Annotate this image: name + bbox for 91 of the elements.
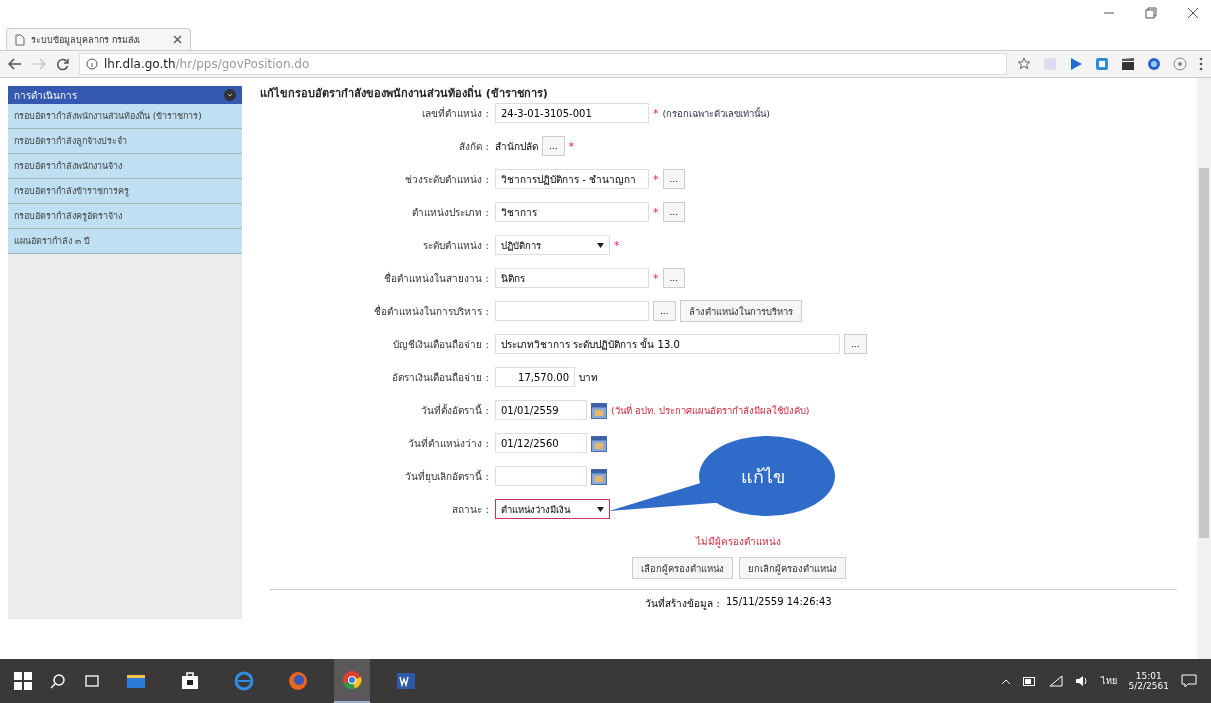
required-mark: * [614, 238, 620, 252]
browse-button[interactable]: ... [653, 301, 676, 321]
field-note: (วันที่ อปท. ประกาศแผนอัตรากำลังมีผลใช้บังคับ) [611, 403, 810, 418]
input-field[interactable]: 24-3-01-3105-001 [495, 103, 649, 123]
address-bar[interactable]: lhr.dla.go.th/hr/pps/govPosition.do [79, 53, 1007, 75]
back-icon[interactable] [8, 58, 22, 70]
created-value: 15/11/2559 14:26:43 [725, 596, 832, 609]
sidebar-item[interactable]: กรอบอัตรากำลังข้าราชการครู [8, 179, 242, 204]
input-field[interactable]: 17,570.00 [495, 367, 575, 387]
browse-button[interactable]: ... [662, 202, 686, 222]
url-text: lhr.dla.go.th/hr/pps/govPosition.do [104, 57, 310, 71]
battery-icon[interactable] [1022, 676, 1037, 686]
input-field[interactable] [495, 301, 649, 321]
clapperboard-icon[interactable] [1121, 57, 1135, 71]
play-icon[interactable] [1069, 57, 1083, 71]
speaker-icon[interactable] [1074, 675, 1089, 687]
reload-icon[interactable] [56, 57, 69, 71]
scrollbar[interactable] [1197, 78, 1211, 659]
clear-button[interactable]: ล้างตำแหน่งในการบริหาร [679, 300, 802, 322]
search-icon[interactable] [50, 673, 66, 689]
calendar-icon[interactable] [591, 467, 607, 485]
field-label: ชื่อตำแหน่งในสายงาน : [383, 270, 490, 286]
field-note: (กรอกเฉพาะตัวเลขเท่านั้น) [662, 106, 770, 121]
field-label: ระดับตำแหน่ง : [422, 238, 490, 253]
chrome-icon[interactable] [334, 659, 370, 703]
field-label: วันที่ยุบเลิกอัตรานี้ : [404, 468, 490, 484]
sidebar-item[interactable]: กรอบอัตรากำลังพนักงานส่วนท้องถิ่น (ข้าราชการ) [8, 104, 242, 129]
input-field[interactable]: นิติกร [495, 268, 649, 288]
input-field[interactable]: 01/12/2560 [495, 433, 587, 453]
calendar-icon[interactable] [591, 434, 607, 452]
required-mark: * [653, 205, 659, 219]
callout-text: แก้ไข [741, 465, 785, 489]
field-label: อัตราเงินเดือนถือจ่าย : [391, 370, 490, 385]
field-label: สถานะ : [451, 502, 490, 517]
sidebar-item[interactable]: กรอบอัตรากำลังลูกจ้างประจำ [8, 129, 242, 154]
field-label: เลขที่ตำแหน่ง : [421, 105, 490, 121]
status-message: ไม่มีผู้ครองตำแหน่ง [694, 535, 782, 549]
clock[interactable]: 15:01 5/2/2561 [1128, 671, 1169, 691]
input-field[interactable]: วิชาการปฏิบัติการ - ชำนาญกา [495, 169, 649, 189]
sidebar-item[interactable]: กรอบอัตรากำลังครูอัตราจ้าง [8, 204, 242, 229]
dropdown[interactable]: ปฏิบัติการ [495, 235, 610, 255]
globe-icon[interactable] [1147, 57, 1161, 71]
field-label: วันที่ตั้งอัตรานี้ : [420, 402, 490, 418]
caret-icon [597, 242, 604, 248]
restore-icon[interactable] [1145, 7, 1157, 19]
browse-button[interactable]: ... [844, 334, 867, 354]
required-mark: * [653, 172, 659, 186]
sidebar-item[interactable]: แผนอัตรากำลัง ๓ ปี [8, 229, 242, 254]
browse-button[interactable]: ... [662, 268, 686, 288]
close-icon[interactable] [173, 35, 182, 44]
input-field[interactable]: 01/01/2559 [495, 400, 587, 420]
calendar-icon[interactable] [591, 401, 607, 419]
close-icon[interactable] [1187, 7, 1199, 19]
notification-icon[interactable] [1181, 674, 1197, 688]
language-indicator[interactable]: ไทย [1100, 674, 1117, 688]
caret-icon [597, 506, 604, 512]
field-label: บัญชีเงินเดือนถือจ่าย : [392, 337, 490, 352]
field-label: ตำแหน่งประเภท : [411, 205, 490, 220]
field-value: สำนักปลัด [495, 139, 538, 154]
holder-button[interactable]: ยกเลิกผู้ครองตำแหน่ง [738, 557, 846, 579]
menu-icon[interactable] [1199, 57, 1203, 71]
info-icon [86, 58, 98, 70]
required-mark: * [568, 139, 575, 153]
dropdown[interactable]: ตำแหน่งว่างมีเงิน [495, 499, 610, 519]
extension-icon[interactable] [1173, 57, 1187, 71]
sidebar-title: การดำเนินการ [14, 88, 77, 103]
task-view-icon[interactable] [84, 673, 100, 689]
field-label: วันที่ตำแหน่งว่าง : [407, 435, 490, 451]
field-label: สังกัด : [458, 139, 490, 154]
unit-label: บาท [579, 370, 598, 385]
input-field[interactable] [495, 466, 587, 486]
extension-icon[interactable] [1095, 57, 1109, 71]
page-icon [15, 33, 25, 46]
star-icon[interactable] [1017, 57, 1031, 71]
windows-icon[interactable] [14, 672, 32, 690]
form-title: แก้ไขกรอบอัตรากำลังของพนักงานส่วนท้องถิ่น (ข้าราชการ) [260, 84, 549, 102]
chevron-up-icon[interactable] [1000, 677, 1011, 685]
browse-button[interactable]: ... [662, 169, 686, 189]
browse-button[interactable]: ... [542, 136, 565, 156]
required-mark: * [653, 271, 659, 285]
required-mark: * [653, 106, 659, 120]
holder-button[interactable]: เลือกผู้ครองตำแหน่ง [631, 557, 733, 579]
collapse-icon[interactable] [224, 89, 236, 101]
created-label: วันที่สร้างข้อมูล : [645, 596, 720, 611]
tab-title: ระบบข้อมูลบุคลากร กรมส่งเ [31, 33, 141, 47]
sidebar-item[interactable]: กรอบอัตรากำลังพนักงานจ้าง [8, 154, 242, 179]
field-label: ชื่อตำแหน่งในการบริหาร : [373, 303, 490, 319]
input-field[interactable]: ประเภทวิชาการ ระดับปฏิบัติการ ขั้น 13.0 [495, 334, 840, 354]
browser-tab[interactable]: ระบบข้อมูลบุคลากร กรมส่งเ [6, 28, 191, 50]
field-label: ช่วงระดับตำแหน่ง : [404, 172, 490, 187]
input-field[interactable]: วิชาการ [495, 202, 649, 222]
